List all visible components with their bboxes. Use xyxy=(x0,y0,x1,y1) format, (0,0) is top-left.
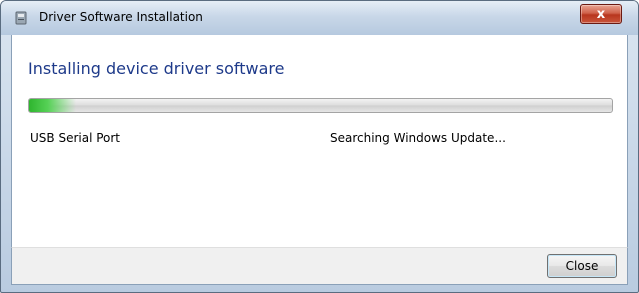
progress-fill xyxy=(29,99,76,112)
page-title: Installing device driver software xyxy=(28,59,285,78)
driver-install-icon xyxy=(13,10,29,26)
device-name: USB Serial Port xyxy=(30,131,121,145)
window-title: Driver Software Installation xyxy=(39,10,203,24)
title-bar[interactable]: Driver Software Installation x xyxy=(1,1,638,35)
window-close-button[interactable]: x xyxy=(580,4,622,24)
status-text: Searching Windows Update... xyxy=(330,131,506,145)
content-area: Installing device driver software USB Se… xyxy=(11,35,628,247)
dialog-window: Driver Software Installation x Installin… xyxy=(0,0,639,293)
progress-bar xyxy=(28,98,613,113)
close-icon: x xyxy=(596,6,606,22)
dialog-footer: Close xyxy=(11,247,628,285)
close-button[interactable]: Close xyxy=(547,254,617,278)
